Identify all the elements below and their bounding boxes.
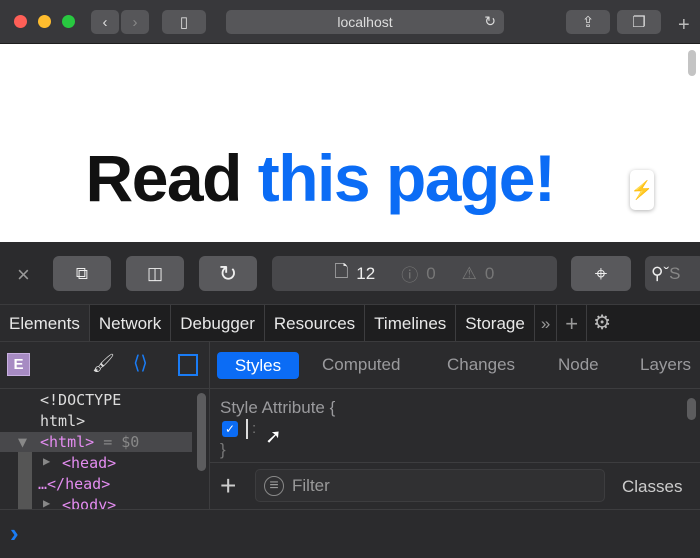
errors-count: 0 xyxy=(426,263,436,283)
close-window-button[interactable] xyxy=(14,15,27,28)
reload-page-button[interactable]: ↻ xyxy=(199,256,257,291)
dom-doctype[interactable]: <!DOCTYPE xyxy=(40,391,121,409)
classes-button[interactable]: Classes xyxy=(622,477,682,497)
text-caret xyxy=(246,419,248,439)
more-tabs-button[interactable]: » xyxy=(535,305,558,341)
address-bar[interactable]: localhost ↻ xyxy=(226,10,504,34)
add-rule-button[interactable]: + xyxy=(220,470,236,502)
add-tab-button[interactable]: + xyxy=(557,305,588,341)
split-layout-button[interactable]: ◫ xyxy=(126,256,184,291)
disclosure-collapsed-icon[interactable]: ▶ xyxy=(43,454,50,468)
subtab-changes[interactable]: Changes xyxy=(447,351,515,379)
divider xyxy=(210,388,700,389)
tab-resources[interactable]: Resources xyxy=(265,305,366,341)
page-scrollbar[interactable] xyxy=(688,50,696,76)
browser-toolbar: ‹ › ▯ localhost ↻ ⇪ ❐ + xyxy=(0,0,700,44)
dom-head-tag[interactable]: <head> xyxy=(62,454,116,472)
paintbrush-icon[interactable]: 🖌 xyxy=(92,353,115,374)
tab-elements[interactable]: Elements xyxy=(0,305,90,341)
settings-gear-icon[interactable]: ⚙ xyxy=(587,305,617,341)
warnings-count: 0 xyxy=(484,263,495,283)
property-colon[interactable]: : xyxy=(252,420,256,437)
error-icon: ⓘ xyxy=(401,266,419,285)
minimize-window-button[interactable] xyxy=(38,15,51,28)
divider xyxy=(0,388,209,389)
subtab-node[interactable]: Node xyxy=(558,351,599,379)
page-heading: Read this page! xyxy=(85,141,556,215)
brace-close: } xyxy=(220,440,226,459)
zoom-window-button[interactable] xyxy=(62,15,75,28)
tabs-overview-button[interactable]: ❐ xyxy=(617,10,661,34)
search-field[interactable]: ⚲ˇ S xyxy=(645,256,700,291)
search-icon: ⚲ˇ xyxy=(651,263,670,283)
dom-doctype-end[interactable]: html> xyxy=(40,412,85,430)
tab-network[interactable]: Network xyxy=(90,305,172,341)
reload-icon[interactable]: ↻ xyxy=(484,13,496,30)
tab-timelines[interactable]: Timelines xyxy=(365,305,457,341)
style-enabled-checkbox[interactable]: ✓ xyxy=(222,421,238,437)
element-badge-icon[interactable]: E xyxy=(7,353,30,376)
styles-scrollbar[interactable] xyxy=(687,398,696,420)
style-attribute-label: Style Attribute xyxy=(220,398,325,417)
warning-icon: ⚠ xyxy=(461,263,477,283)
tab-storage[interactable]: Storage xyxy=(456,305,535,341)
subtab-styles[interactable]: Styles xyxy=(217,352,299,379)
filter-placeholder: Filter xyxy=(292,475,330,495)
dom-html-tag[interactable]: <html> xyxy=(40,433,94,451)
status-summary[interactable]: 🗋 12 ⓘ 0 ⚠ 0 xyxy=(272,256,557,291)
filter-input[interactable]: ≡ Filter xyxy=(255,469,605,502)
filter-icon: ≡ xyxy=(264,475,284,496)
subtab-layers[interactable]: Layers xyxy=(640,351,691,379)
share-button[interactable]: ⇪ xyxy=(566,10,610,34)
divider xyxy=(210,462,700,463)
source-code-icon[interactable]: ⟨⟩ xyxy=(133,352,148,375)
dom-body-tag[interactable]: <body> xyxy=(62,496,116,510)
console-prompt-icon: › xyxy=(10,518,19,548)
forward-button[interactable]: › xyxy=(121,10,149,34)
disclosure-collapsed-icon[interactable]: ▶ xyxy=(43,496,50,510)
tab-debugger[interactable]: Debugger xyxy=(171,305,265,341)
url-text: localhost xyxy=(337,14,393,30)
new-tab-button[interactable]: + xyxy=(678,14,690,37)
inspector-tabs: Elements Network Debugger Resources Time… xyxy=(0,304,700,342)
search-hint: S xyxy=(669,263,681,283)
pane-divider xyxy=(209,342,210,510)
mouse-cursor-icon: ➚ xyxy=(265,426,282,448)
sidebar-toggle-button[interactable]: ▯ xyxy=(162,10,206,34)
inspect-element-button[interactable]: ⌖ xyxy=(571,256,631,291)
disclosure-expanded-icon[interactable]: ▼ xyxy=(18,433,27,451)
console-input[interactable] xyxy=(0,510,700,558)
dom-selection-var: = $0 xyxy=(94,433,140,451)
subtab-computed[interactable]: Computed xyxy=(322,351,400,379)
dom-scrollbar[interactable] xyxy=(197,393,206,471)
back-button[interactable]: ‹ xyxy=(91,10,119,34)
details-sidebar-icon[interactable] xyxy=(178,354,198,376)
brace-open: { xyxy=(329,398,336,417)
document-icon: 🗋 xyxy=(334,262,349,281)
dom-head-close[interactable]: …</head> xyxy=(38,475,110,493)
resources-count: 12 xyxy=(356,263,376,283)
dom-indent-guide xyxy=(18,452,32,510)
close-inspector-icon[interactable]: × xyxy=(17,262,30,288)
dock-button[interactable]: ⧉ xyxy=(53,256,111,291)
